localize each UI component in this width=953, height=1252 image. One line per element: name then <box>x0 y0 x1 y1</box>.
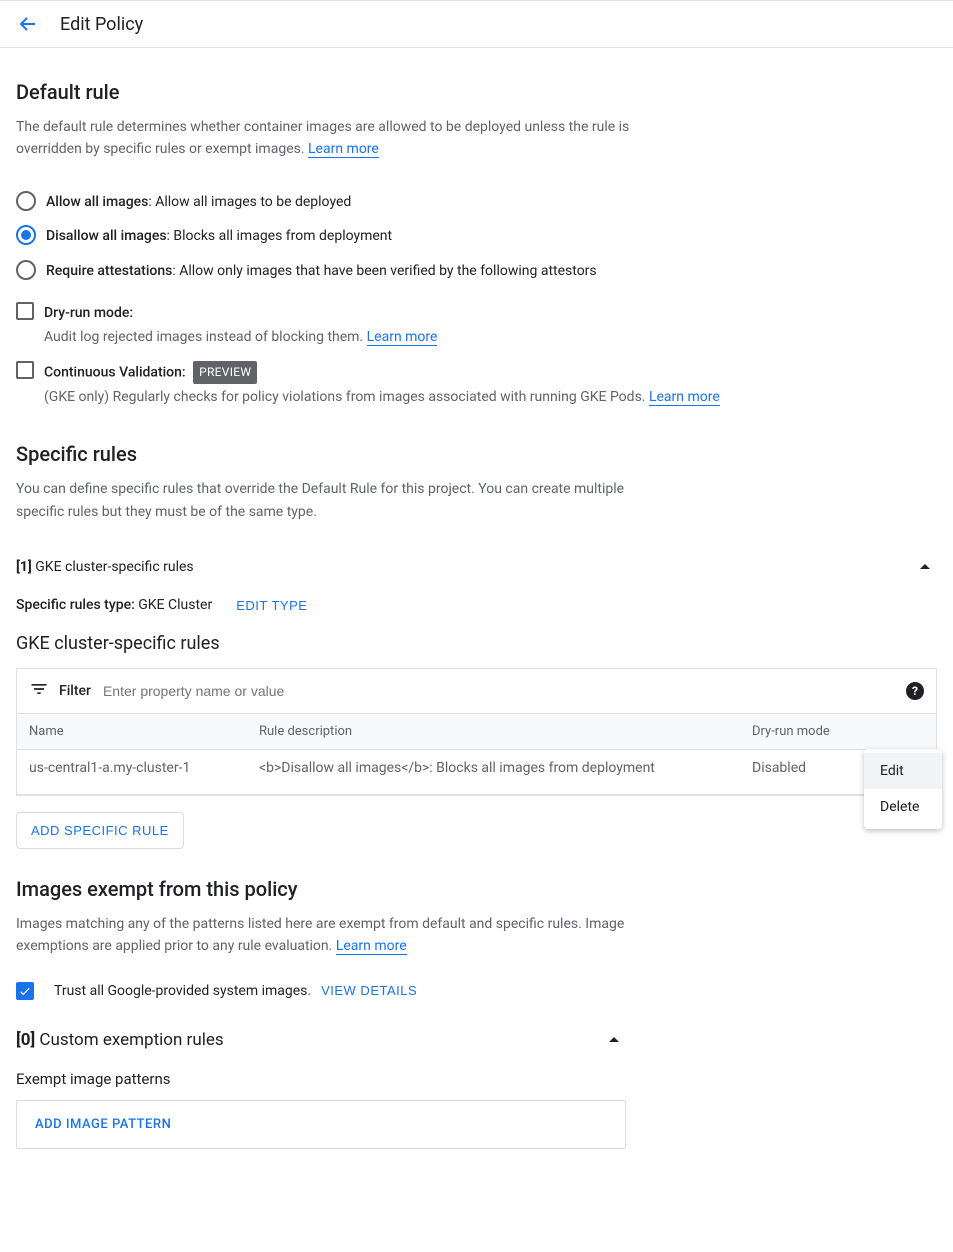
option-disallow-desc: : Blocks all images from deployment <box>167 228 393 244</box>
filter-label: Filter <box>59 683 91 699</box>
option-allow-desc: : Allow all images to be deployed <box>148 194 351 210</box>
option-attest[interactable]: Require attestations: Allow only images … <box>16 254 816 288</box>
default-rule-options: Allow all images: Allow all images to be… <box>16 185 816 288</box>
specific-rules-desc: You can define specific rules that overr… <box>16 478 646 523</box>
specific-rules-expander[interactable]: [1] GKE cluster-specific rules <box>16 547 937 587</box>
preview-badge: PREVIEW <box>193 361 257 384</box>
filter-input[interactable] <box>101 682 896 700</box>
trust-google-row: Trust all Google-provided system images.… <box>16 982 937 1000</box>
rules-type-label: Specific rules type: <box>16 597 138 613</box>
exempt-heading: Images exempt from this policy <box>16 877 937 901</box>
rule-desc-cell: <b>Disallow all images</b>: Blocks all i… <box>247 750 740 794</box>
custom-exemption-label: Custom exemption rules <box>35 1030 223 1050</box>
page-title: Edit Policy <box>60 14 143 35</box>
dryrun-row: Dry-run mode: Audit log rejected images … <box>16 296 937 355</box>
cv-desc-text: (GKE only) Regularly checks for policy v… <box>44 389 649 405</box>
col-desc-header: Rule description <box>247 714 740 749</box>
table-header: Name Rule description Dry-run mode <box>17 714 936 750</box>
specific-rules-expander-title: [1] GKE cluster-specific rules <box>16 559 194 575</box>
option-disallow[interactable]: Disallow all images: Blocks all images f… <box>16 219 816 253</box>
exempt-learn-more-link[interactable]: Learn more <box>336 938 407 955</box>
exempt-patterns-box: ADD IMAGE PATTERN <box>16 1100 626 1149</box>
menu-edit[interactable]: Edit <box>864 753 942 789</box>
cv-label: Continuous Validation: <box>44 364 186 380</box>
gke-rules-subheader: GKE cluster-specific rules <box>16 633 937 654</box>
option-allow-text: Allow all images: Allow all images to be… <box>46 191 351 213</box>
custom-exemption-count: [0] <box>16 1030 35 1050</box>
radio-icon[interactable] <box>16 191 36 211</box>
option-allow[interactable]: Allow all images: Allow all images to be… <box>16 185 816 219</box>
dryrun-learn-more-link[interactable]: Learn more <box>367 329 438 346</box>
menu-delete[interactable]: Delete <box>864 789 942 825</box>
radio-icon[interactable] <box>16 225 36 245</box>
edit-type-button[interactable]: EDIT TYPE <box>236 598 307 613</box>
default-rule-learn-more-link[interactable]: Learn more <box>308 141 379 158</box>
specific-rules-heading: Specific rules <box>16 442 937 466</box>
option-attest-desc: : Allow only images that have been verif… <box>172 263 596 279</box>
chevron-up-icon[interactable] <box>913 555 937 579</box>
trust-google-label: Trust all Google-provided system images. <box>54 983 311 999</box>
custom-exemption-title: [0] Custom exemption rules <box>16 1030 224 1050</box>
exempt-desc-text: Images matching any of the patterns list… <box>16 916 624 954</box>
help-icon[interactable]: ? <box>906 682 924 700</box>
trust-google-checkbox[interactable] <box>16 982 34 1000</box>
custom-exemption-expander[interactable]: [0] Custom exemption rules <box>16 1020 626 1060</box>
cv-desc: (GKE only) Regularly checks for policy v… <box>44 386 720 408</box>
cv-learn-more-link[interactable]: Learn more <box>649 389 720 406</box>
add-image-pattern-button[interactable]: ADD IMAGE PATTERN <box>17 1101 625 1148</box>
rule-name-cell: us-central1-a.my-cluster-1 <box>17 750 247 794</box>
dryrun-label: Dry-run mode: <box>44 305 133 321</box>
chevron-up-icon[interactable] <box>602 1028 626 1052</box>
default-rule-heading: Default rule <box>16 80 937 104</box>
specific-rules-expander-label: GKE cluster-specific rules <box>32 559 194 575</box>
row-actions-menu: Edit Delete <box>864 749 942 829</box>
topbar: Edit Policy <box>0 0 953 48</box>
radio-icon[interactable] <box>16 260 36 280</box>
rule-dryrun-cell: Disabled <box>740 750 880 794</box>
option-allow-label: Allow all images <box>46 194 148 210</box>
col-dryrun-header: Dry-run mode <box>740 714 880 749</box>
rules-type-row: Specific rules type: GKE Cluster EDIT TY… <box>16 587 937 629</box>
dryrun-desc-text: Audit log rejected images instead of blo… <box>44 329 367 345</box>
cv-checkbox[interactable] <box>16 361 34 379</box>
exempt-patterns-label: Exempt image patterns <box>16 1070 937 1088</box>
filter-icon[interactable] <box>29 679 49 703</box>
rules-type-value: GKE Cluster <box>138 597 212 613</box>
rules-table: Filter ? Name Rule description Dry-run m… <box>16 668 937 796</box>
add-specific-rule-button[interactable]: ADD SPECIFIC RULE <box>16 812 184 849</box>
table-row: us-central1-a.my-cluster-1 <b>Disallow a… <box>17 750 936 795</box>
option-attest-label: Require attestations <box>46 263 172 279</box>
option-disallow-label: Disallow all images <box>46 228 167 244</box>
option-attest-text: Require attestations: Allow only images … <box>46 260 597 282</box>
view-details-button[interactable]: VIEW DETAILS <box>321 983 417 998</box>
dryrun-desc: Audit log rejected images instead of blo… <box>44 326 437 348</box>
specific-rules-count: [1] <box>16 559 32 575</box>
dryrun-checkbox[interactable] <box>16 302 34 320</box>
col-name-header: Name <box>17 714 247 749</box>
option-disallow-text: Disallow all images: Blocks all images f… <box>46 225 392 247</box>
cv-row: Continuous Validation: PREVIEW (GKE only… <box>16 355 937 415</box>
back-arrow-icon[interactable] <box>16 12 40 36</box>
exempt-desc: Images matching any of the patterns list… <box>16 913 646 958</box>
filter-row: Filter ? <box>17 669 936 714</box>
default-rule-desc: The default rule determines whether cont… <box>16 116 636 161</box>
